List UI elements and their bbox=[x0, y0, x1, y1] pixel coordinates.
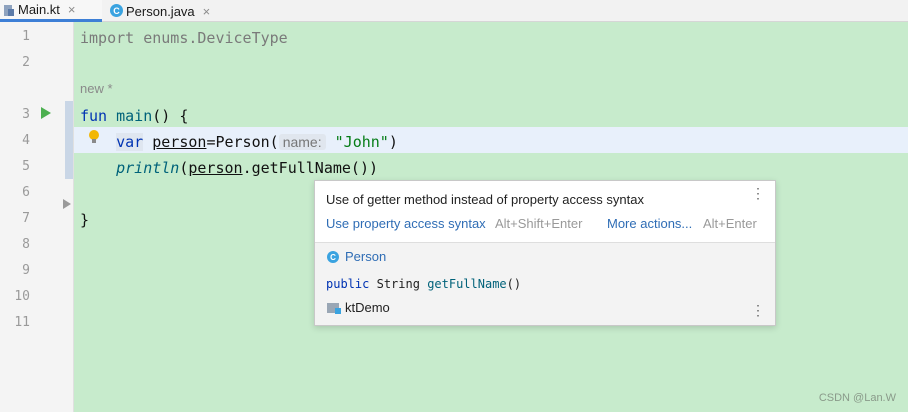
author-hint[interactable]: new * bbox=[80, 81, 113, 96]
code-text: =Person( bbox=[206, 133, 279, 151]
java-class-icon: C bbox=[110, 4, 123, 17]
editor-gutter: 1 2 3 4 5 6 7 8 9 10 11 bbox=[0, 22, 74, 412]
module-folder-icon bbox=[327, 303, 341, 314]
more-options-icon[interactable]: ⋮ bbox=[751, 186, 765, 200]
line-number: 9 bbox=[22, 263, 30, 278]
code-keyword: import bbox=[80, 29, 135, 47]
code-line-7[interactable]: } bbox=[80, 211, 89, 229]
fold-icon[interactable] bbox=[63, 199, 71, 209]
module-name: ktDemo bbox=[345, 300, 390, 315]
line-number: 6 bbox=[22, 185, 30, 200]
watermark: CSDN @Lan.W bbox=[818, 392, 896, 404]
code-text: } bbox=[80, 211, 90, 229]
sig-function: getFullName bbox=[427, 277, 507, 291]
code-text: () { bbox=[152, 107, 189, 125]
line-number: 10 bbox=[14, 289, 30, 304]
code-line-4[interactable]: var person=Person(name: "John") bbox=[80, 133, 398, 151]
close-icon[interactable]: × bbox=[68, 2, 76, 17]
shortcut-hint: Alt+Shift+Enter bbox=[495, 216, 583, 231]
sig-keyword: public bbox=[326, 277, 370, 291]
line-number: 3 bbox=[22, 107, 30, 122]
code-line-5[interactable]: println(person.getFullName()) bbox=[80, 159, 378, 177]
line-number: 1 bbox=[22, 29, 30, 44]
inspection-popup: Use of getter method instead of property… bbox=[314, 180, 776, 326]
code-keyword: fun bbox=[80, 107, 108, 125]
code-function: main bbox=[116, 107, 153, 125]
code-text: ) bbox=[388, 133, 398, 151]
parameter-hint: name: bbox=[278, 134, 326, 150]
popup-header: Use of getter method instead of property… bbox=[315, 181, 775, 243]
java-class-icon: C bbox=[327, 251, 339, 263]
line-number: 5 bbox=[22, 159, 30, 174]
code-function: println bbox=[116, 159, 180, 177]
sig-type: String bbox=[376, 277, 420, 291]
inspection-message: Use of getter method instead of property… bbox=[326, 192, 644, 207]
shortcut-hint: Alt+Enter bbox=[703, 216, 757, 231]
close-icon[interactable]: × bbox=[203, 4, 211, 19]
method-signature: public String getFullName() bbox=[326, 277, 521, 291]
more-actions-link[interactable]: More actions... bbox=[607, 216, 692, 231]
tab-person-java[interactable]: C Person.java × bbox=[108, 0, 240, 22]
code-line-3[interactable]: fun main() { bbox=[80, 107, 188, 125]
tab-label: Person.java bbox=[126, 3, 195, 19]
more-options-icon[interactable]: ⋮ bbox=[751, 303, 765, 317]
use-property-access-link[interactable]: Use property access syntax bbox=[326, 216, 486, 231]
sig-paren: () bbox=[506, 277, 522, 291]
line-number: 11 bbox=[14, 315, 30, 330]
code-text: .getFullName()) bbox=[242, 159, 379, 177]
code-string: "John" bbox=[334, 133, 389, 151]
run-icon[interactable] bbox=[41, 107, 51, 119]
class-link[interactable]: Person bbox=[345, 249, 386, 264]
editor-tab-bar: Main.kt × C Person.java × bbox=[0, 0, 908, 22]
code-keyword: var bbox=[116, 133, 144, 151]
line-number: 7 bbox=[22, 211, 30, 226]
line-number: 8 bbox=[22, 237, 30, 252]
tab-label: Main.kt bbox=[18, 2, 60, 17]
tab-main-kt[interactable]: Main.kt × bbox=[0, 0, 102, 22]
line-number: 4 bbox=[22, 133, 30, 148]
code-line-1[interactable]: import enums.DeviceType bbox=[80, 29, 288, 47]
kotlin-file-icon bbox=[4, 5, 14, 16]
code-variable: person bbox=[188, 159, 243, 177]
vcs-change-marker[interactable] bbox=[65, 101, 73, 179]
line-number: 2 bbox=[22, 55, 30, 70]
code-text: enums.DeviceType bbox=[134, 29, 288, 47]
code-variable: person bbox=[152, 133, 207, 151]
